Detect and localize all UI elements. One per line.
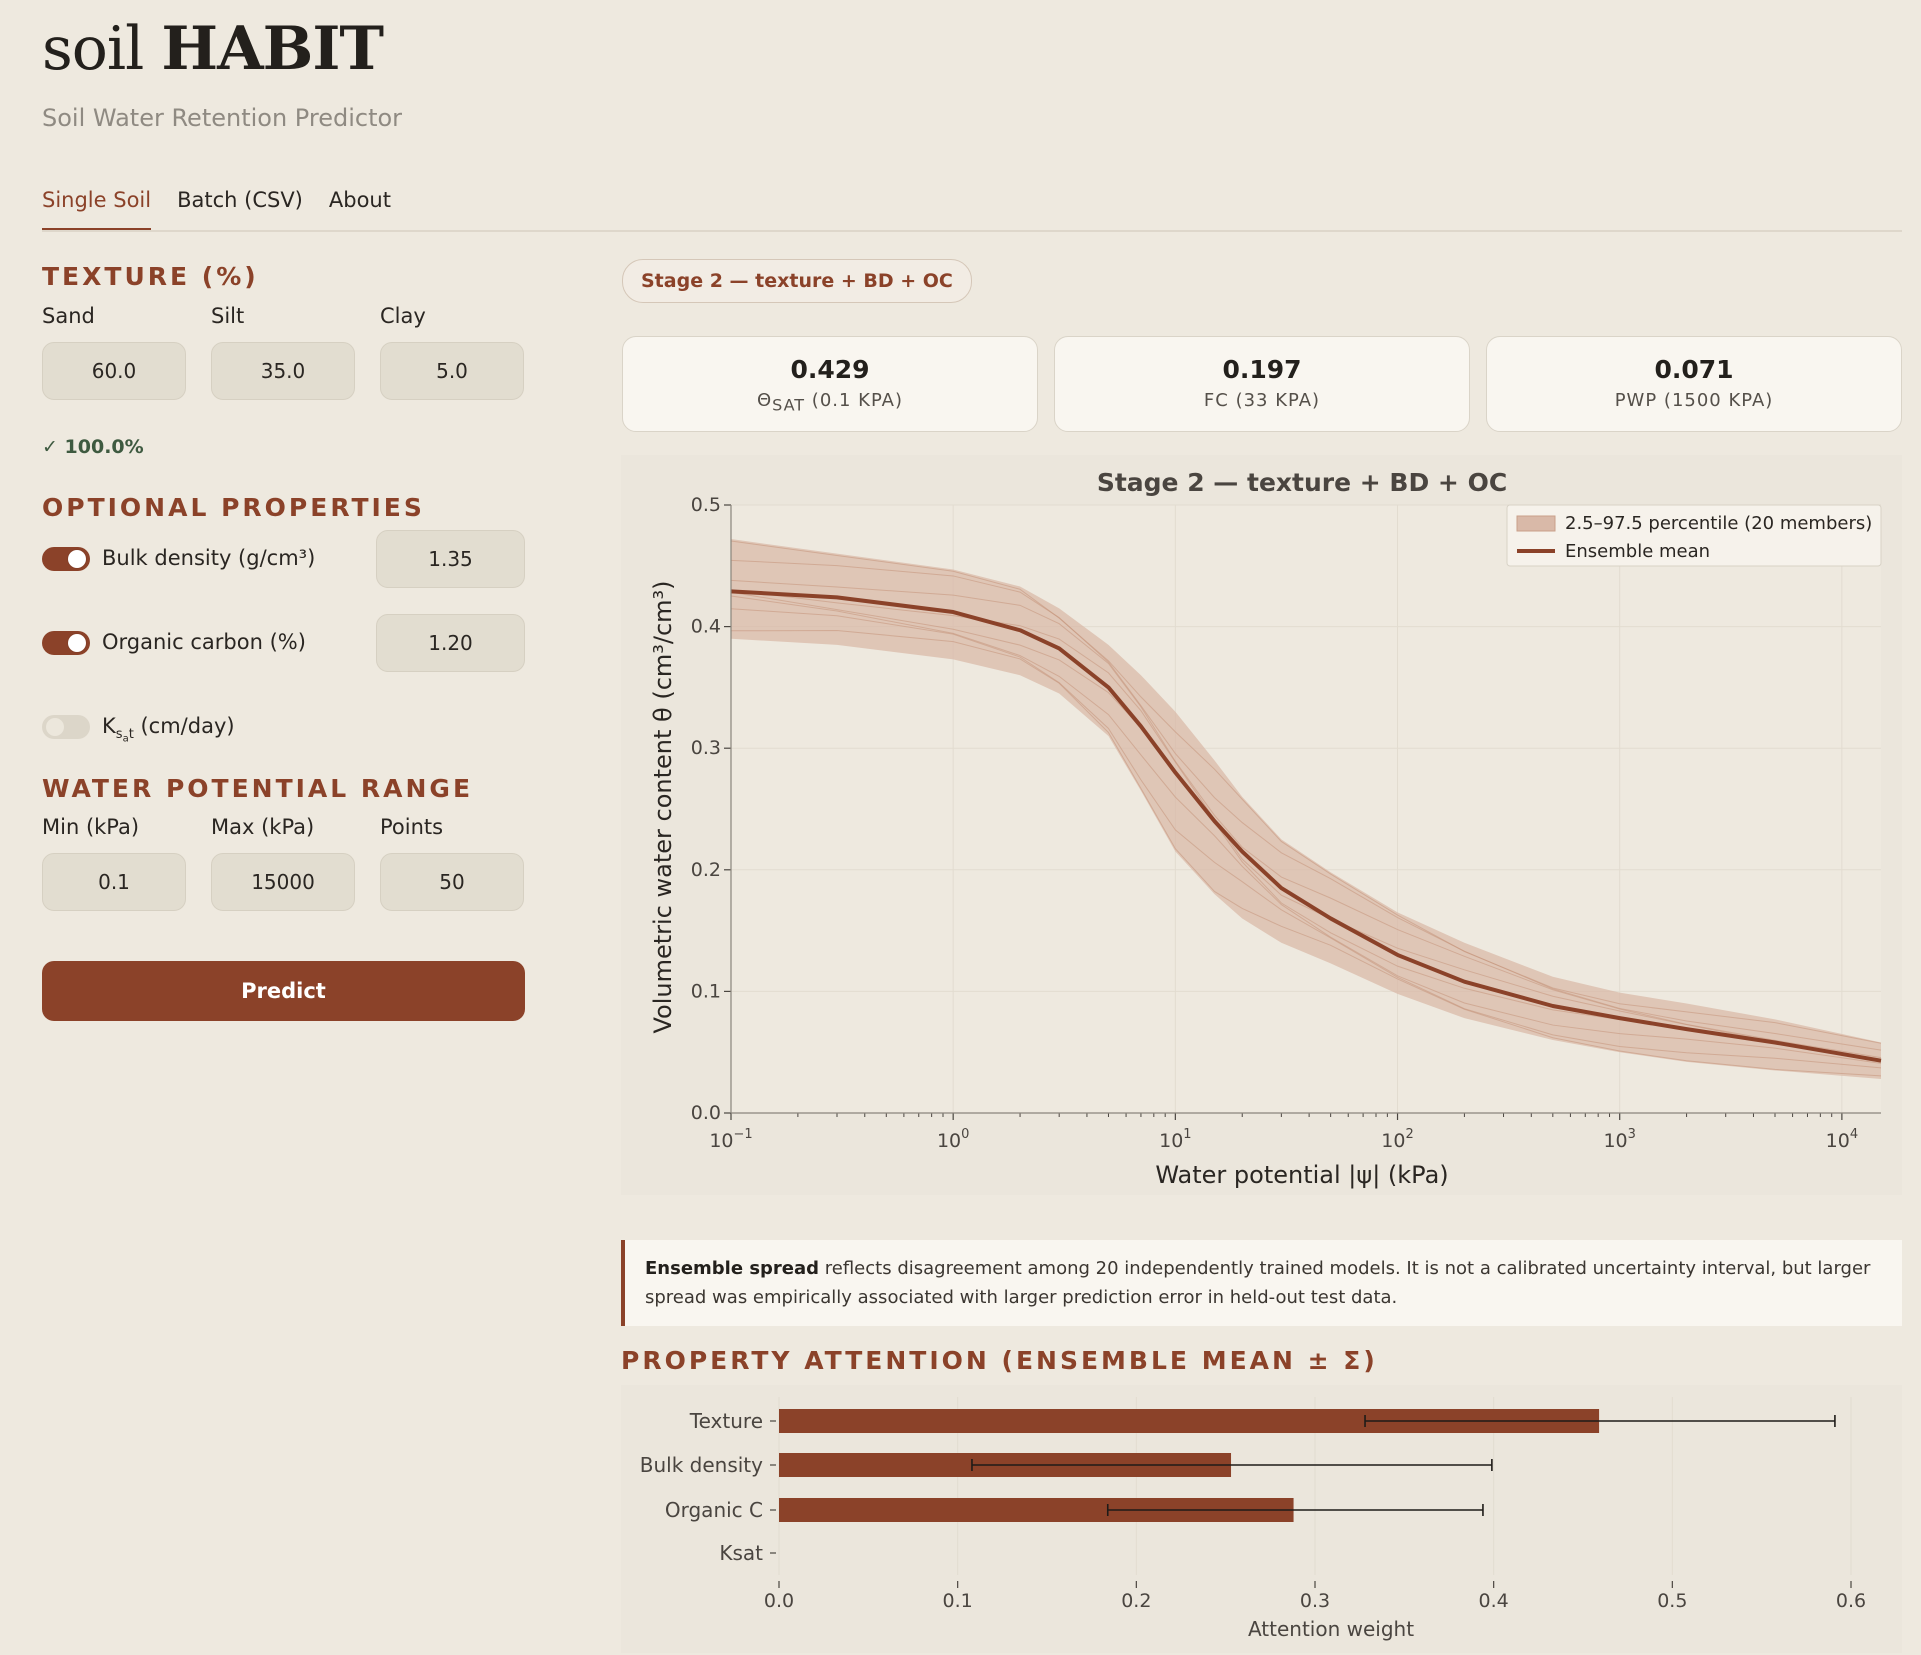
x-tick-label: 0.0 bbox=[764, 1590, 794, 1612]
theta-sat-value: 0.429 bbox=[790, 355, 870, 384]
category-label: Texture bbox=[689, 1409, 763, 1433]
metric-card-pwp: 0.071 PWP (1500 KPA) bbox=[1486, 336, 1902, 432]
x-tick-label: 0.4 bbox=[1479, 1590, 1509, 1612]
texture-heading: TEXTURE (%) bbox=[42, 262, 259, 291]
clay-input[interactable]: 5.0 bbox=[380, 342, 524, 400]
fc-label: FC (33 KPA) bbox=[1203, 390, 1321, 411]
app-subtitle: Soil Water Retention Predictor bbox=[42, 104, 403, 132]
silt-input[interactable]: 35.0 bbox=[211, 342, 355, 400]
y-tick-label: 0.0 bbox=[691, 1102, 721, 1124]
chart-legend: 2.5–97.5 percentile (20 members) Ensembl… bbox=[1506, 504, 1882, 567]
category-label: Bulk density bbox=[640, 1453, 763, 1477]
brand-bold: HABIT bbox=[161, 14, 384, 84]
ksat-sub: sat bbox=[115, 727, 134, 745]
ksat-symbol: K bbox=[102, 714, 116, 738]
note-text-2: spread was empirically associated with l… bbox=[645, 1287, 1398, 1308]
toggle-knob bbox=[46, 718, 64, 736]
organic-carbon-input[interactable]: 1.20 bbox=[376, 614, 525, 672]
clay-label: Clay bbox=[380, 304, 426, 328]
chart-title: Stage 2 — texture + BD + OC bbox=[1097, 468, 1507, 497]
bulk-density-input[interactable]: 1.35 bbox=[376, 530, 525, 588]
pwp-value: 0.071 bbox=[1654, 355, 1734, 384]
brand-light: soil bbox=[42, 14, 144, 84]
chart-x-axis-label: Water potential |ψ| (kPa) bbox=[1155, 1161, 1448, 1189]
y-tick-label: 0.2 bbox=[691, 859, 721, 881]
x-tick-exponent: 3 bbox=[1628, 1127, 1636, 1142]
app-logo: soil HABIT bbox=[42, 14, 384, 84]
x-tick-exponent: 1 bbox=[1183, 1127, 1191, 1142]
x-tick-label: 0.2 bbox=[1121, 1590, 1151, 1612]
sand-input[interactable]: 60.0 bbox=[42, 342, 186, 400]
tab-bar: Single Soil Batch (CSV) About bbox=[42, 188, 391, 231]
water-potential-range-heading: WATER POTENTIAL RANGE bbox=[42, 774, 474, 803]
theta-sub: SAT bbox=[772, 395, 806, 415]
x-tick-exponent: −1 bbox=[734, 1127, 753, 1142]
legend-mean-label: Ensemble mean bbox=[1565, 541, 1710, 562]
chart-y-axis-label: Volumetric water content θ (cm³/cm³) bbox=[649, 580, 677, 1033]
predict-button[interactable]: Predict bbox=[42, 961, 525, 1021]
optional-properties-heading: OPTIONAL PROPERTIES bbox=[42, 493, 425, 522]
tab-about[interactable]: About bbox=[329, 188, 391, 231]
max-kpa-input[interactable]: 15000 bbox=[211, 853, 355, 911]
metric-card-theta-sat: 0.429 ΘSAT (0.1 KPA) bbox=[622, 336, 1038, 432]
ksat-sub-s: s bbox=[115, 727, 123, 743]
property-attention-heading: PROPERTY ATTENTION (ENSEMBLE MEAN ± Σ) bbox=[621, 1346, 1378, 1375]
min-kpa-input[interactable]: 0.1 bbox=[42, 853, 186, 911]
theta-symbol: Θ bbox=[756, 390, 773, 411]
ksat-label: Ksat (cm/day) bbox=[102, 714, 235, 745]
organic-carbon-toggle[interactable] bbox=[42, 631, 90, 655]
points-label: Points bbox=[380, 815, 444, 839]
max-kpa-label: Max (kPa) bbox=[211, 815, 315, 839]
category-label: Organic C bbox=[665, 1498, 763, 1522]
y-tick-label: 0.3 bbox=[691, 737, 721, 759]
x-tick-label: 0.6 bbox=[1836, 1590, 1866, 1612]
bar-chart-x-axis-label: Attention weight bbox=[1248, 1617, 1414, 1641]
stage-badge: Stage 2 — texture + BD + OC bbox=[622, 259, 972, 303]
category-label: Ksat bbox=[719, 1541, 763, 1565]
note-bold: Ensemble spread bbox=[645, 1258, 820, 1279]
theta-sat-unit: (0.1 KPA) bbox=[805, 390, 904, 411]
x-tick-exponent: 2 bbox=[1405, 1127, 1413, 1142]
x-tick-label: 0.5 bbox=[1657, 1590, 1687, 1612]
tabs-divider bbox=[42, 230, 1902, 232]
sand-label: Sand bbox=[42, 304, 95, 328]
ksat-toggle[interactable] bbox=[42, 715, 90, 739]
x-tick-exponent: 4 bbox=[1850, 1127, 1858, 1142]
y-tick-label: 0.1 bbox=[691, 980, 721, 1002]
note-text-1: reflects disagreement among 20 independe… bbox=[819, 1258, 1871, 1279]
bulk-density-label: Bulk density (g/cm³) bbox=[102, 546, 316, 570]
theta-sat-label: ΘSAT (0.1 KPA) bbox=[623, 390, 1037, 415]
bulk-density-toggle[interactable] bbox=[42, 547, 90, 571]
tab-batch-csv[interactable]: Batch (CSV) bbox=[177, 188, 303, 231]
toggle-knob bbox=[68, 550, 86, 568]
points-input[interactable]: 50 bbox=[380, 853, 524, 911]
fc-value: 0.197 bbox=[1222, 355, 1302, 384]
ksat-unit: (cm/day) bbox=[133, 714, 235, 738]
tab-single-soil[interactable]: Single Soil bbox=[42, 188, 152, 231]
attention-bar-chart: 0.0 0.1 0.2 0.3 0.4 0.5 0.6 Texture Bulk density… bbox=[621, 1385, 1902, 1653]
ensemble-spread-note: Ensemble spread reflects disagreement am… bbox=[621, 1240, 1902, 1326]
legend-band-swatch bbox=[1516, 515, 1556, 532]
metric-card-fc: 0.197 FC (33 KPA) bbox=[1054, 336, 1470, 432]
legend-band-label: 2.5–97.5 percentile (20 members) bbox=[1565, 513, 1872, 534]
x-tick-label: 0.3 bbox=[1300, 1590, 1330, 1612]
min-kpa-label: Min (kPa) bbox=[42, 815, 140, 839]
y-tick-label: 0.4 bbox=[691, 616, 721, 638]
silt-label: Silt bbox=[211, 304, 245, 328]
x-tick-label: 0.1 bbox=[943, 1590, 973, 1612]
x-tick-exponent: 0 bbox=[961, 1127, 969, 1142]
retention-curve-chart: 0.00.10.20.30.40.510−1 100 101 102 103 104 St… bbox=[621, 455, 1902, 1195]
pwp-label: PWP (1500 KPA) bbox=[1614, 390, 1774, 411]
organic-carbon-label: Organic carbon (%) bbox=[102, 630, 306, 654]
texture-sum-check: ✓ 100.0% bbox=[42, 436, 144, 458]
y-tick-label: 0.5 bbox=[691, 494, 721, 516]
toggle-knob bbox=[68, 634, 86, 652]
